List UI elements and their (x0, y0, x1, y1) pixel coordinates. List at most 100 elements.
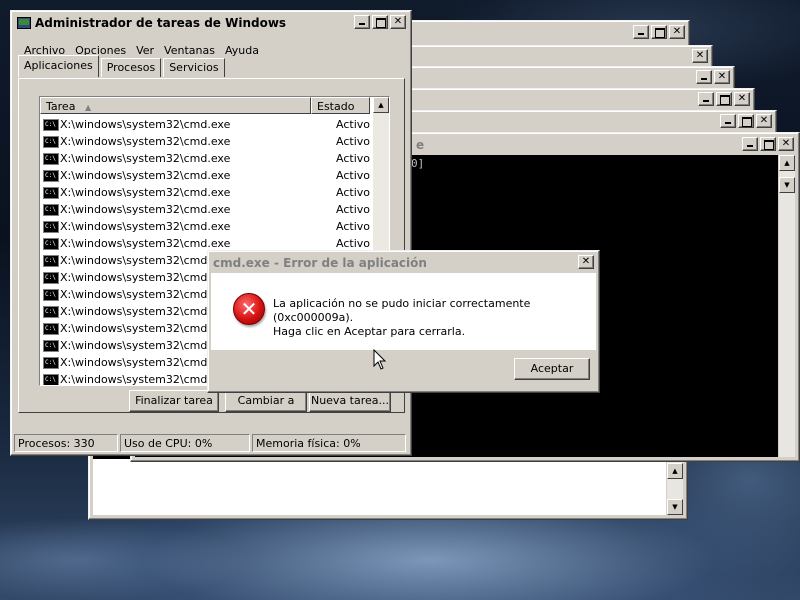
minimize-button[interactable] (354, 15, 370, 29)
task-name: X:\windows\system32\cmd.exe (60, 169, 231, 182)
cmd-icon: C:\ (43, 271, 59, 284)
task-state: Activo (336, 135, 370, 148)
task-row[interactable]: C:\ X:\windows\system32\cmd.exe Activo (40, 167, 372, 184)
maximize-button[interactable] (716, 92, 732, 106)
tab-aplicaciones[interactable]: Aplicaciones (18, 55, 99, 77)
column-task[interactable]: Tarea ▲ (40, 97, 311, 114)
tab-strip: Aplicaciones Procesos Servicios (18, 55, 227, 77)
cmd-icon: C:\ (43, 203, 59, 216)
task-name: X:\windows\system32\cmd.exe (60, 135, 231, 148)
task-name: X:\windows\system32\cmd.exe (60, 237, 231, 250)
error-message-line2: Haga clic en Aceptar para cerrarla. (273, 325, 466, 338)
close-button[interactable] (692, 49, 708, 63)
maximize-button[interactable] (651, 25, 667, 39)
task-state: Activo (336, 152, 370, 165)
cmd-icon: C:\ (43, 118, 59, 131)
window-title: e (416, 138, 425, 152)
close-button[interactable] (669, 25, 685, 39)
minimize-button[interactable] (720, 114, 736, 128)
dialog-title: cmd.exe - Error de la aplicación (213, 256, 427, 270)
scroll-up-button[interactable]: ▲ (667, 463, 683, 479)
column-state-label: Estado (317, 100, 355, 113)
mouse-cursor-icon (373, 349, 387, 370)
menu-ayuda[interactable]: Ayuda (220, 44, 264, 57)
error-message: La aplicación no se pudo iniciar correct… (273, 297, 596, 339)
error-message-line1: La aplicación no se pudo iniciar correct… (273, 297, 531, 324)
cmd-icon: C:\ (43, 373, 59, 385)
task-name: X:\windows\system32\cmd.exe (60, 152, 231, 165)
cmd-icon: C:\ (43, 254, 59, 267)
menu-ventanas[interactable]: Ventanas (159, 44, 220, 57)
error-icon: ✕ (233, 293, 265, 325)
status-bar: Procesos: 330 Uso de CPU: 0% Memoria fís… (14, 434, 408, 452)
task-state: Activo (336, 118, 370, 131)
cmd-icon: C:\ (43, 288, 59, 301)
minimize-button[interactable] (633, 25, 649, 39)
column-task-label: Tarea (46, 100, 76, 113)
scroll-up-button[interactable]: ▲ (779, 155, 795, 171)
close-button[interactable] (778, 137, 794, 151)
tab-servicios[interactable]: Servicios (163, 58, 225, 77)
maximize-button[interactable] (738, 114, 754, 128)
task-name: X:\windows\system32\cmd.exe (60, 203, 231, 216)
task-row[interactable]: C:\ X:\windows\system32\cmd.exe Activo (40, 201, 372, 218)
close-button[interactable] (734, 92, 750, 106)
error-dialog[interactable]: cmd.exe - Error de la aplicación ✕ La ap… (207, 250, 600, 393)
cmd-icon: C:\ (43, 135, 59, 148)
cmd-icon: C:\ (43, 237, 59, 250)
task-state: Activo (336, 220, 370, 233)
task-state: Activo (336, 186, 370, 199)
cmd-icon: C:\ (43, 305, 59, 318)
cmd-icon: C:\ (43, 152, 59, 165)
cmd-icon: C:\ (43, 322, 59, 335)
list-header: Tarea ▲ Estado (40, 97, 370, 114)
close-button[interactable] (390, 15, 406, 29)
dialog-body: ✕ La aplicación no se pudo iniciar corre… (211, 273, 596, 350)
task-row[interactable]: C:\ X:\windows\system32\cmd.exe Activo (40, 133, 372, 150)
task-name: X:\windows\system32\cmd.exe (60, 118, 231, 131)
task-state: Activo (336, 169, 370, 182)
task-row[interactable]: C:\ X:\windows\system32\cmd.exe Activo (40, 116, 372, 133)
task-name: X:\windows\system32\cmd.exe (60, 220, 231, 233)
window-title: Administrador de tareas de Windows (35, 16, 287, 30)
status-cpu: Uso de CPU: 0% (120, 434, 250, 452)
cmd-icon: C:\ (43, 339, 59, 352)
menu-ver[interactable]: Ver (131, 44, 159, 57)
ok-button[interactable]: Aceptar (514, 358, 590, 380)
status-processes: Procesos: 330 (14, 434, 118, 452)
column-state[interactable]: Estado (311, 97, 370, 114)
sort-ascending-icon: ▲ (84, 103, 92, 112)
close-button[interactable] (714, 70, 730, 84)
cmd-icon: C:\ (43, 186, 59, 199)
task-state: Activo (336, 203, 370, 216)
close-button[interactable] (578, 255, 594, 269)
task-row[interactable]: C:\ X:\windows\system32\cmd.exe Activo (40, 150, 372, 167)
task-manager-icon (17, 17, 31, 29)
tab-procesos[interactable]: Procesos (100, 58, 162, 77)
task-row[interactable]: C:\ X:\windows\system32\cmd.exe Activo (40, 218, 372, 235)
maximize-button[interactable] (760, 137, 776, 151)
close-button[interactable] (756, 114, 772, 128)
console-blank-area (93, 459, 666, 515)
cmd-icon: C:\ (43, 169, 59, 182)
new-task-button[interactable]: Nueva tarea... (309, 390, 391, 412)
minimize-button[interactable] (742, 137, 758, 151)
scroll-down-button[interactable]: ▼ (667, 499, 683, 515)
end-task-button[interactable]: Finalizar tarea (129, 390, 219, 412)
switch-to-button[interactable]: Cambiar a (225, 390, 307, 412)
title-bar[interactable]: cmd.exe - Error de la aplicación (211, 254, 596, 272)
minimize-button[interactable] (696, 70, 712, 84)
scroll-down-button[interactable]: ▼ (779, 177, 795, 193)
title-bar[interactable]: Administrador de tareas de Windows (14, 14, 408, 32)
task-state: Activo (336, 237, 370, 250)
maximize-button[interactable] (372, 15, 388, 29)
task-row[interactable]: C:\ X:\windows\system32\cmd.exe Activo (40, 184, 372, 201)
task-name: X:\windows\system32\cmd.exe (60, 186, 231, 199)
scroll-up-button[interactable]: ▲ (373, 97, 389, 113)
console-text: 0] (411, 157, 425, 170)
status-memory: Memoria física: 0% (252, 434, 406, 452)
cmd-icon: C:\ (43, 356, 59, 369)
minimize-button[interactable] (698, 92, 714, 106)
vertical-scrollbar[interactable]: ▲ ▼ (779, 155, 795, 457)
cmd-icon: C:\ (43, 220, 59, 233)
